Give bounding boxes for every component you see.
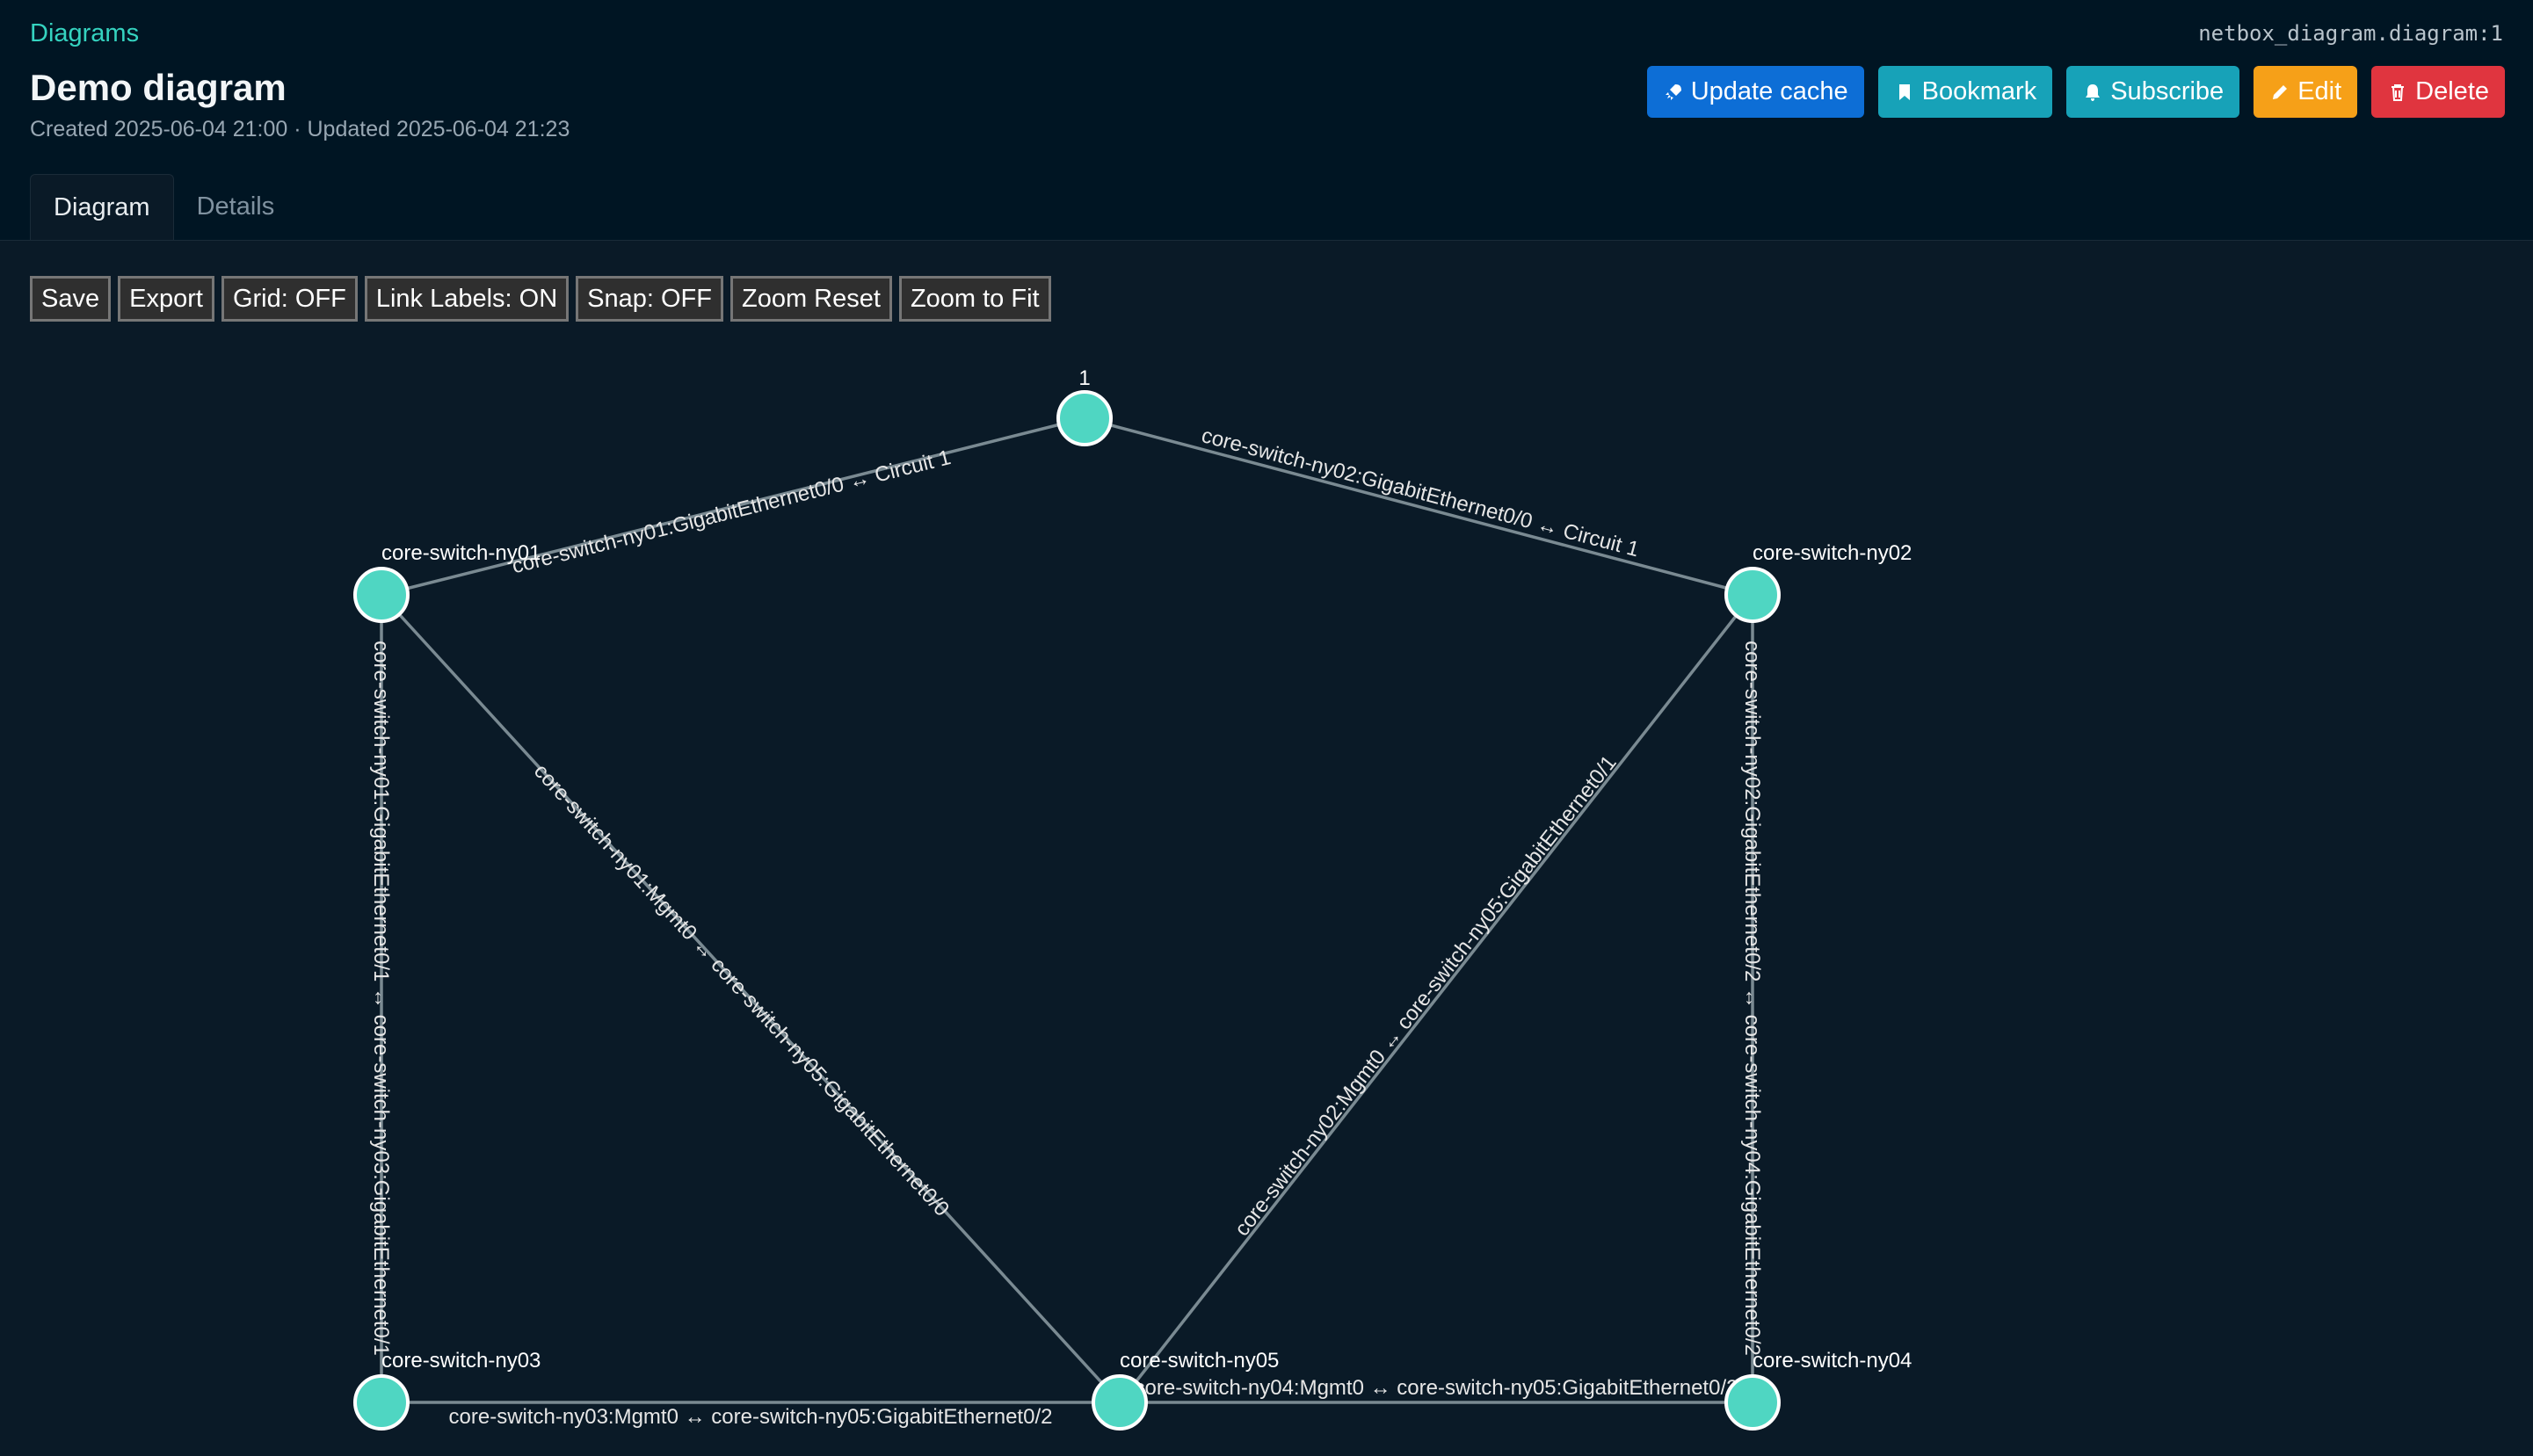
link-labels-toggle-button[interactable]: Link Labels: ON	[364, 276, 570, 322]
link-ny05-ny02[interactable]: core-switch-ny02:Mgmt0 ↔ core-switch-ny0…	[1118, 593, 1754, 1404]
link-label: core-switch-ny02:GigabitEthernet0/0 ↔ Ci…	[1199, 424, 1641, 561]
link-ny01-ny05[interactable]: core-switch-ny01:Mgmt0 ↔ core-switch-ny0…	[380, 593, 1121, 1404]
breadcrumb-diagrams[interactable]: Diagrams	[30, 19, 139, 48]
zoom-to-fit-button[interactable]: Zoom to Fit	[898, 276, 1051, 322]
node-label: 1	[1078, 366, 1090, 390]
link-ny01-ny03[interactable]: core-switch-ny01:GigabitEthernet0/1 ↔ co…	[369, 595, 393, 1402]
link-ny03-ny05[interactable]: core-switch-ny03:Mgmt0 ↔ core-switch-ny0…	[381, 1401, 1120, 1429]
diagram-panel: core-switch-ny01:GigabitEthernet0/0 ↔ Ci…	[0, 240, 2533, 1456]
node-label: core-switch-ny04	[1753, 1349, 1912, 1373]
action-buttons: Update cache Bookmark Subscribe Edit Del…	[1646, 66, 2505, 118]
page-header: Diagrams netbox_diagram.diagram:1 Demo d…	[0, 0, 2533, 240]
pencil-icon	[2273, 84, 2288, 99]
link-label: core-switch-ny01:GigabitEthernet0/1 ↔ co…	[369, 641, 393, 1356]
link-ny02-ny04[interactable]: core-switch-ny02:GigabitEthernet0/2 ↔ co…	[1740, 595, 1764, 1402]
delete-label: Delete	[2415, 77, 2489, 105]
link-ny05-ny04[interactable]: core-switch-ny04:Mgmt0 ↔ core-switch-ny0…	[1120, 1376, 1753, 1404]
tab-details[interactable]: Details	[174, 174, 298, 240]
link-label: core-switch-ny01:Mgmt0 ↔ core-switch-ny0…	[529, 759, 954, 1221]
bell-icon	[2086, 83, 2101, 101]
subscribe-button[interactable]: Subscribe	[2066, 66, 2240, 118]
grid-toggle-button[interactable]: Grid: OFF	[221, 276, 358, 322]
link-circuit1-ny02[interactable]: core-switch-ny02:GigabitEthernet0/0 ↔ Ci…	[1084, 417, 1753, 597]
node-core-switch-ny02[interactable]: core-switch-ny02	[1724, 541, 1912, 623]
link-label: core-switch-ny02:Mgmt0 ↔ core-switch-ny0…	[1230, 751, 1622, 1241]
node-label: core-switch-ny05	[1120, 1349, 1279, 1373]
tab-diagram[interactable]: Diagram	[30, 174, 174, 240]
node-label: core-switch-ny01	[381, 541, 541, 565]
link-label: core-switch-ny01:GigabitEthernet0/0 ↔ Ci…	[510, 445, 954, 578]
save-button[interactable]: Save	[30, 276, 112, 322]
zoom-reset-button[interactable]: Zoom Reset	[729, 276, 892, 322]
node-circuit-1[interactable]: 1	[1056, 366, 1113, 446]
page-title: Demo diagram	[30, 67, 287, 108]
links-layer: core-switch-ny01:GigabitEthernet0/0 ↔ Ci…	[369, 417, 1764, 1429]
bookmark-icon	[1898, 83, 1910, 100]
nodes-layer: 1 core-switch-ny01 core-switch-ny02 core…	[353, 366, 1912, 1431]
node-label: core-switch-ny03	[381, 1349, 541, 1373]
link-label: core-switch-ny03:Mgmt0 ↔ core-switch-ny0…	[449, 1405, 1053, 1429]
node-core-switch-ny04[interactable]: core-switch-ny04	[1724, 1349, 1912, 1431]
update-cache-button[interactable]: Update cache	[1646, 66, 1864, 118]
export-button[interactable]: Export	[118, 276, 214, 322]
rocket-icon	[1665, 83, 1681, 100]
snap-toggle-button[interactable]: Snap: OFF	[576, 276, 723, 322]
tab-bar: Diagram Details	[30, 174, 297, 240]
update-cache-label: Update cache	[1690, 77, 1848, 105]
delete-button[interactable]: Delete	[2371, 66, 2505, 118]
timestamps: Created 2025-06-04 21:00 · Updated 2025-…	[30, 117, 570, 141]
link-label: core-switch-ny02:GigabitEthernet0/2 ↔ co…	[1740, 641, 1764, 1356]
link-ny01-circuit1[interactable]: core-switch-ny01:GigabitEthernet0/0 ↔ Ci…	[381, 417, 1085, 597]
subscribe-label: Subscribe	[2110, 77, 2225, 105]
edit-label: Edit	[2297, 77, 2342, 105]
link-label: core-switch-ny04:Mgmt0 ↔ core-switch-ny0…	[1135, 1376, 1738, 1400]
network-diagram-canvas[interactable]: core-switch-ny01:GigabitEthernet0/0 ↔ Ci…	[0, 241, 2533, 1456]
node-label: core-switch-ny02	[1753, 541, 1912, 565]
node-core-switch-ny01[interactable]: core-switch-ny01	[353, 541, 541, 623]
edit-button[interactable]: Edit	[2254, 66, 2358, 118]
object-identifier: netbox_diagram.diagram:1	[2198, 21, 2503, 46]
bookmark-button[interactable]: Bookmark	[1877, 66, 2053, 118]
trash-icon	[2391, 83, 2405, 101]
diagram-toolbar: Save Export Grid: OFF Link Labels: ON Sn…	[30, 276, 1051, 322]
bookmark-label: Bookmark	[1921, 77, 2037, 105]
